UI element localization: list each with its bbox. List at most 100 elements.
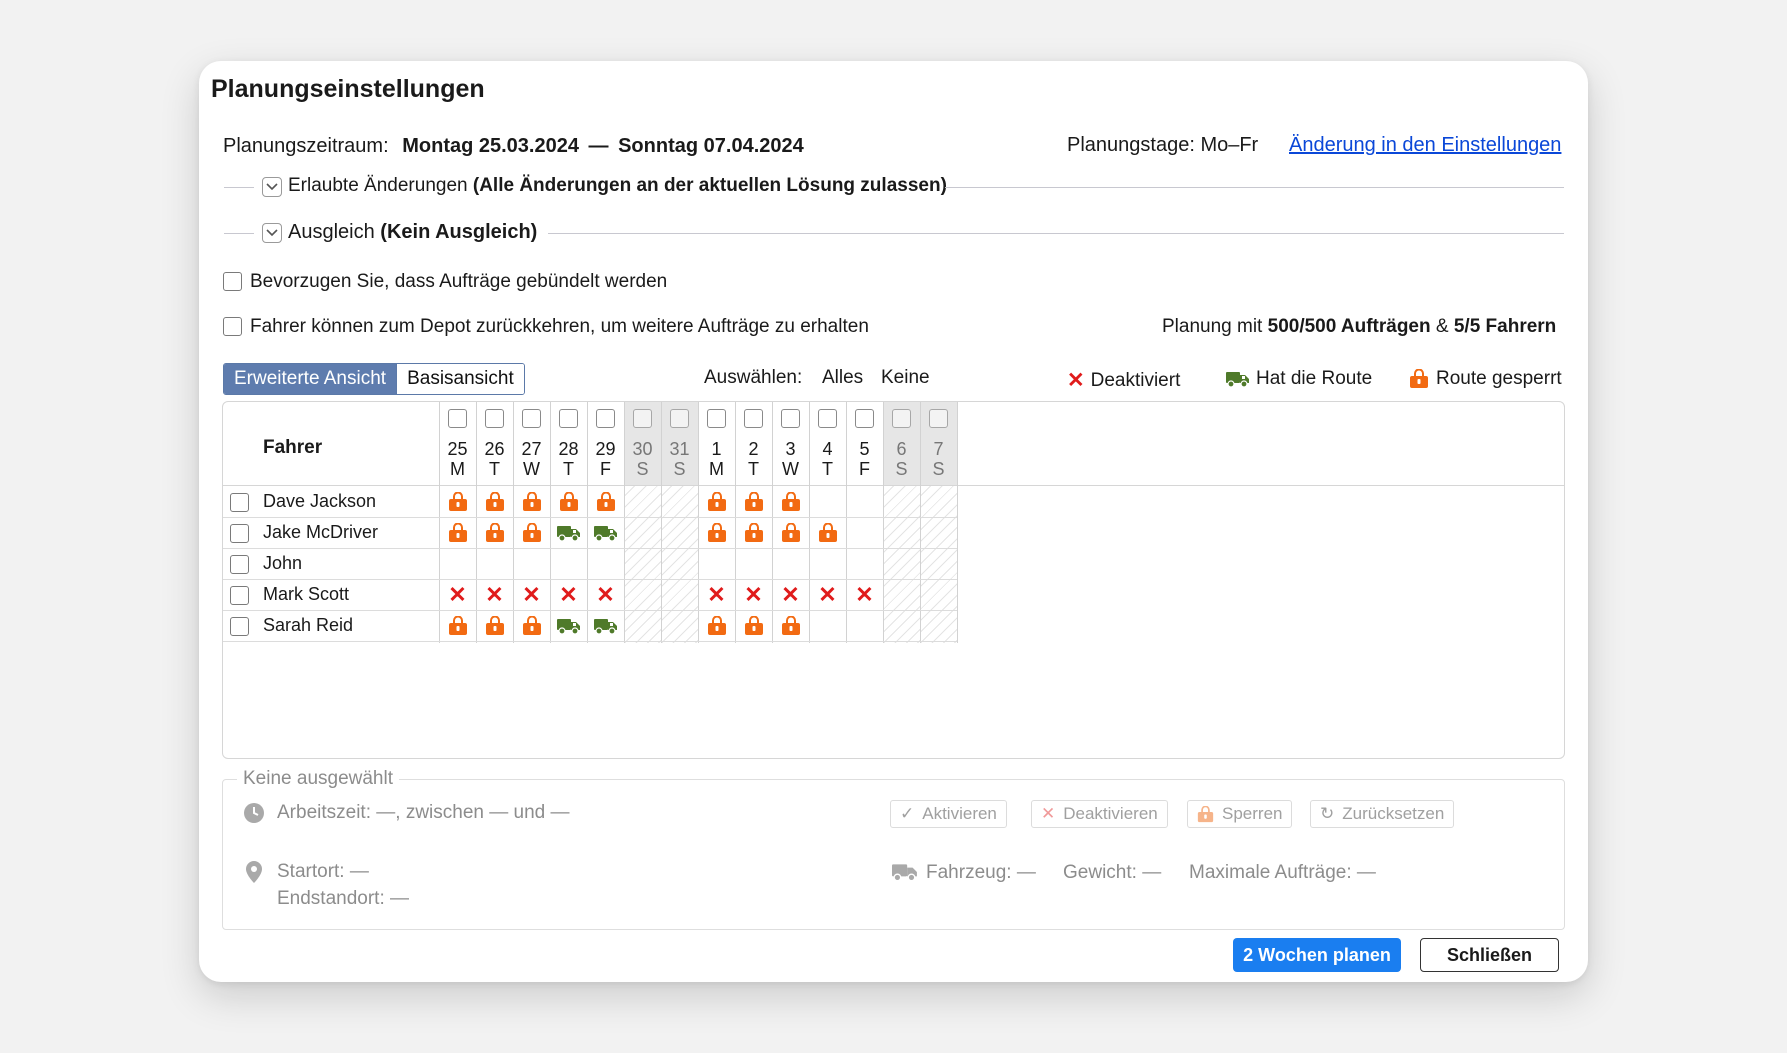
- day-select-checkbox[interactable]: [670, 409, 689, 428]
- empty-day-cell[interactable]: [883, 546, 920, 581]
- has-route-truck-icon[interactable]: [550, 515, 587, 550]
- route-locked-icon[interactable]: [476, 484, 513, 519]
- driver-select-checkbox[interactable]: [230, 524, 249, 543]
- day-select-checkbox[interactable]: [818, 409, 837, 428]
- empty-day-cell[interactable]: [920, 608, 957, 643]
- deactivated-x-icon[interactable]: ✕: [513, 577, 550, 612]
- return-depot-checkbox[interactable]: [223, 317, 242, 336]
- route-locked-icon[interactable]: [698, 484, 735, 519]
- deactivated-x-icon[interactable]: ✕: [846, 577, 883, 612]
- deactivated-x-icon[interactable]: ✕: [698, 577, 735, 612]
- route-locked-icon[interactable]: [735, 515, 772, 550]
- empty-day-cell[interactable]: [920, 577, 957, 612]
- empty-day-cell[interactable]: [772, 546, 809, 581]
- empty-day-cell[interactable]: [883, 484, 920, 519]
- allowed-changes-expander[interactable]: [262, 177, 282, 197]
- empty-day-cell[interactable]: [883, 577, 920, 612]
- empty-day-cell[interactable]: [883, 515, 920, 550]
- empty-day-cell[interactable]: [624, 577, 661, 612]
- empty-day-cell[interactable]: [624, 484, 661, 519]
- day-select-checkbox[interactable]: [855, 409, 874, 428]
- empty-day-cell[interactable]: [624, 608, 661, 643]
- driver-select-checkbox[interactable]: [230, 586, 249, 605]
- route-locked-icon[interactable]: [513, 484, 550, 519]
- deactivated-x-icon[interactable]: ✕: [439, 577, 476, 612]
- empty-day-cell[interactable]: [846, 484, 883, 519]
- has-route-truck-icon[interactable]: [587, 515, 624, 550]
- day-select-checkbox[interactable]: [559, 409, 578, 428]
- day-select-checkbox[interactable]: [485, 409, 504, 428]
- route-locked-icon[interactable]: [476, 515, 513, 550]
- select-all-link[interactable]: Alles: [822, 367, 863, 389]
- empty-day-cell[interactable]: [735, 546, 772, 581]
- deactivate-button[interactable]: ✕ Deaktivieren: [1031, 800, 1168, 828]
- route-locked-icon[interactable]: [513, 515, 550, 550]
- empty-day-cell[interactable]: [809, 546, 846, 581]
- empty-day-cell[interactable]: [661, 546, 698, 581]
- route-locked-icon[interactable]: [587, 484, 624, 519]
- driver-select-checkbox[interactable]: [230, 617, 249, 636]
- empty-day-cell[interactable]: [661, 608, 698, 643]
- deactivated-x-icon[interactable]: ✕: [550, 577, 587, 612]
- balance-header[interactable]: Ausgleich (Kein Ausgleich): [288, 221, 537, 244]
- close-button[interactable]: Schließen: [1420, 938, 1559, 972]
- empty-day-cell[interactable]: [439, 546, 476, 581]
- route-locked-icon[interactable]: [550, 484, 587, 519]
- day-select-checkbox[interactable]: [781, 409, 800, 428]
- empty-day-cell[interactable]: [846, 608, 883, 643]
- select-none-link[interactable]: Keine: [881, 367, 930, 389]
- day-select-checkbox[interactable]: [892, 409, 911, 428]
- deactivated-x-icon[interactable]: ✕: [476, 577, 513, 612]
- empty-day-cell[interactable]: [513, 546, 550, 581]
- basic-view-tab[interactable]: Basisansicht: [396, 364, 524, 394]
- empty-day-cell[interactable]: [698, 546, 735, 581]
- day-select-checkbox[interactable]: [448, 409, 467, 428]
- empty-day-cell[interactable]: [920, 484, 957, 519]
- has-route-truck-icon[interactable]: [587, 608, 624, 643]
- empty-day-cell[interactable]: [661, 484, 698, 519]
- empty-day-cell[interactable]: [846, 515, 883, 550]
- bundle-orders-checkbox[interactable]: [223, 272, 242, 291]
- deactivated-x-icon[interactable]: ✕: [587, 577, 624, 612]
- empty-day-cell[interactable]: [624, 546, 661, 581]
- route-locked-icon[interactable]: [698, 515, 735, 550]
- driver-select-checkbox[interactable]: [230, 493, 249, 512]
- empty-day-cell[interactable]: [476, 546, 513, 581]
- lock-button[interactable]: Sperren: [1187, 800, 1293, 828]
- day-select-checkbox[interactable]: [522, 409, 541, 428]
- empty-day-cell[interactable]: [920, 546, 957, 581]
- activate-button[interactable]: ✓ Aktivieren: [890, 800, 1007, 828]
- route-locked-icon[interactable]: [476, 608, 513, 643]
- route-locked-icon[interactable]: [809, 515, 846, 550]
- route-locked-icon[interactable]: [513, 608, 550, 643]
- empty-day-cell[interactable]: [661, 515, 698, 550]
- day-select-checkbox[interactable]: [707, 409, 726, 428]
- allowed-changes-header[interactable]: Erlaubte Änderungen (Alle Änderungen an …: [288, 175, 947, 197]
- day-select-checkbox[interactable]: [744, 409, 763, 428]
- reset-button[interactable]: ↻ Zurücksetzen: [1310, 800, 1455, 828]
- empty-day-cell[interactable]: [809, 484, 846, 519]
- route-locked-icon[interactable]: [735, 484, 772, 519]
- balance-expander[interactable]: [262, 223, 282, 243]
- route-locked-icon[interactable]: [772, 484, 809, 519]
- advanced-view-tab[interactable]: Erweiterte Ansicht: [224, 364, 397, 394]
- empty-day-cell[interactable]: [624, 515, 661, 550]
- empty-day-cell[interactable]: [846, 546, 883, 581]
- route-locked-icon[interactable]: [439, 515, 476, 550]
- route-locked-icon[interactable]: [772, 608, 809, 643]
- has-route-truck-icon[interactable]: [550, 608, 587, 643]
- empty-day-cell[interactable]: [809, 608, 846, 643]
- route-locked-icon[interactable]: [735, 608, 772, 643]
- day-select-checkbox[interactable]: [633, 409, 652, 428]
- deactivated-x-icon[interactable]: ✕: [735, 577, 772, 612]
- plan-two-weeks-button[interactable]: 2 Wochen planen: [1233, 938, 1401, 972]
- settings-link[interactable]: Änderung in den Einstellungen: [1289, 134, 1561, 157]
- deactivated-x-icon[interactable]: ✕: [809, 577, 846, 612]
- day-select-checkbox[interactable]: [596, 409, 615, 428]
- driver-select-checkbox[interactable]: [230, 555, 249, 574]
- empty-day-cell[interactable]: [587, 546, 624, 581]
- empty-day-cell[interactable]: [920, 515, 957, 550]
- route-locked-icon[interactable]: [698, 608, 735, 643]
- route-locked-icon[interactable]: [439, 484, 476, 519]
- deactivated-x-icon[interactable]: ✕: [772, 577, 809, 612]
